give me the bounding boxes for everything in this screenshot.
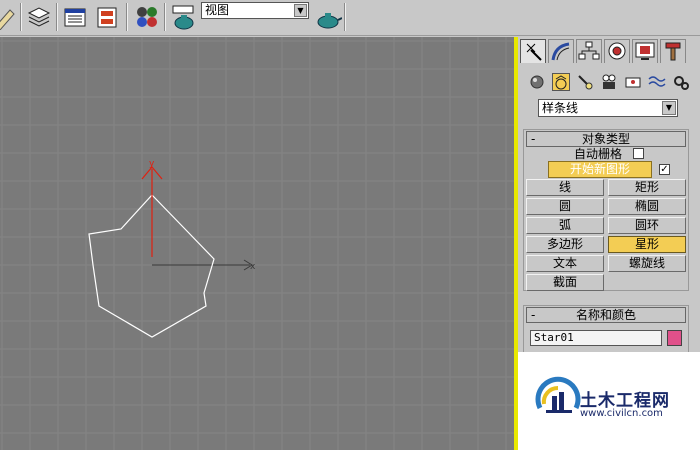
chevron-down-icon[interactable]: ▼ — [294, 4, 307, 17]
object-type-button[interactable]: 截面 — [526, 274, 604, 291]
utilities-tab[interactable] — [660, 39, 686, 63]
modify-tab[interactable] — [548, 39, 574, 63]
x-axis-label: x — [250, 262, 256, 272]
y-axis-label: y — [149, 159, 155, 169]
watermark-url: www.civilcn.com — [580, 408, 663, 419]
toolbar-separator — [164, 3, 166, 31]
pencil-icon[interactable] — [0, 4, 18, 31]
start-new-shape-checkbox[interactable]: ✓ — [659, 164, 670, 175]
auto-grid-checkbox[interactable] — [633, 148, 644, 159]
object-type-button[interactable]: 螺旋线 — [608, 255, 686, 272]
render-view-select[interactable]: 视图 ▼ — [201, 2, 309, 19]
object-type-title: 对象类型 — [581, 132, 630, 146]
object-type-button[interactable]: 星形 — [608, 236, 686, 253]
viewport-top[interactable]: x y — [0, 37, 514, 450]
object-type-button[interactable]: 弧 — [526, 217, 604, 234]
motion-tab[interactable] — [604, 39, 630, 63]
object-name-input[interactable]: Star01 — [530, 330, 662, 346]
track-view-icon[interactable] — [62, 4, 88, 30]
category-select-value: 样条线 — [542, 101, 579, 115]
create-tab[interactable] — [520, 39, 546, 63]
collapse-icon[interactable]: - — [531, 132, 535, 146]
collapse-icon[interactable]: - — [531, 308, 535, 322]
hierarchy-tab[interactable] — [576, 39, 602, 63]
lights-icon[interactable] — [576, 73, 594, 91]
viewport-grid — [0, 37, 514, 450]
motion-icon — [608, 42, 626, 60]
start-new-shape-button[interactable]: 开始新图形 — [548, 161, 652, 178]
object-type-button[interactable]: 矩形 — [608, 179, 686, 196]
viewport-canvas: x y — [0, 37, 514, 450]
hammer-icon — [665, 42, 681, 61]
object-color-swatch[interactable] — [667, 330, 682, 346]
watermark: 土木工程网 www.civilcn.com — [518, 352, 700, 450]
name-and-color-header[interactable]: - 名称和颜色 — [526, 307, 686, 323]
civilcn-logo-icon — [535, 376, 581, 413]
toolbar-separator — [344, 3, 346, 31]
quick-render-icon[interactable] — [314, 4, 343, 30]
display-tab[interactable] — [632, 39, 658, 63]
object-type-button[interactable]: 圆环 — [608, 217, 686, 234]
camera-icon[interactable] — [600, 73, 618, 91]
render-view-select-value: 视图 — [205, 3, 230, 17]
object-type-button[interactable]: 椭圆 — [608, 198, 686, 215]
auto-grid-label: 自动栅格 — [574, 147, 623, 161]
systems-gear-icon[interactable] — [672, 73, 690, 91]
display-icon — [635, 42, 655, 60]
create-arrow-icon — [526, 43, 542, 61]
modify-bend-icon — [551, 42, 570, 61]
chevron-down-icon[interactable]: ▼ — [662, 101, 676, 115]
toolbar-separator — [126, 3, 128, 31]
object-type-button[interactable]: 圆 — [526, 198, 604, 215]
render-scene-icon[interactable] — [170, 4, 196, 30]
shapes-icon[interactable] — [552, 73, 570, 91]
object-type-button[interactable]: 文本 — [526, 255, 604, 272]
object-type-button[interactable]: 线 — [526, 179, 604, 196]
toolbar-separator — [56, 3, 58, 31]
toolbar-separator — [20, 3, 22, 31]
helpers-icon[interactable] — [624, 73, 642, 91]
schematic-view-icon[interactable] — [94, 4, 120, 30]
main-toolbar: 视图 ▼ — [0, 0, 700, 36]
geometry-sphere-icon[interactable] — [528, 73, 546, 91]
object-type-button[interactable]: 多边形 — [526, 236, 604, 253]
space-warps-icon[interactable] — [648, 73, 666, 91]
hierarchy-icon — [578, 41, 600, 60]
name-and-color-title: 名称和颜色 — [575, 308, 636, 322]
material-editor-icon[interactable] — [134, 4, 160, 30]
category-select[interactable]: 样条线 ▼ — [538, 99, 678, 117]
layers-icon[interactable] — [26, 4, 52, 30]
